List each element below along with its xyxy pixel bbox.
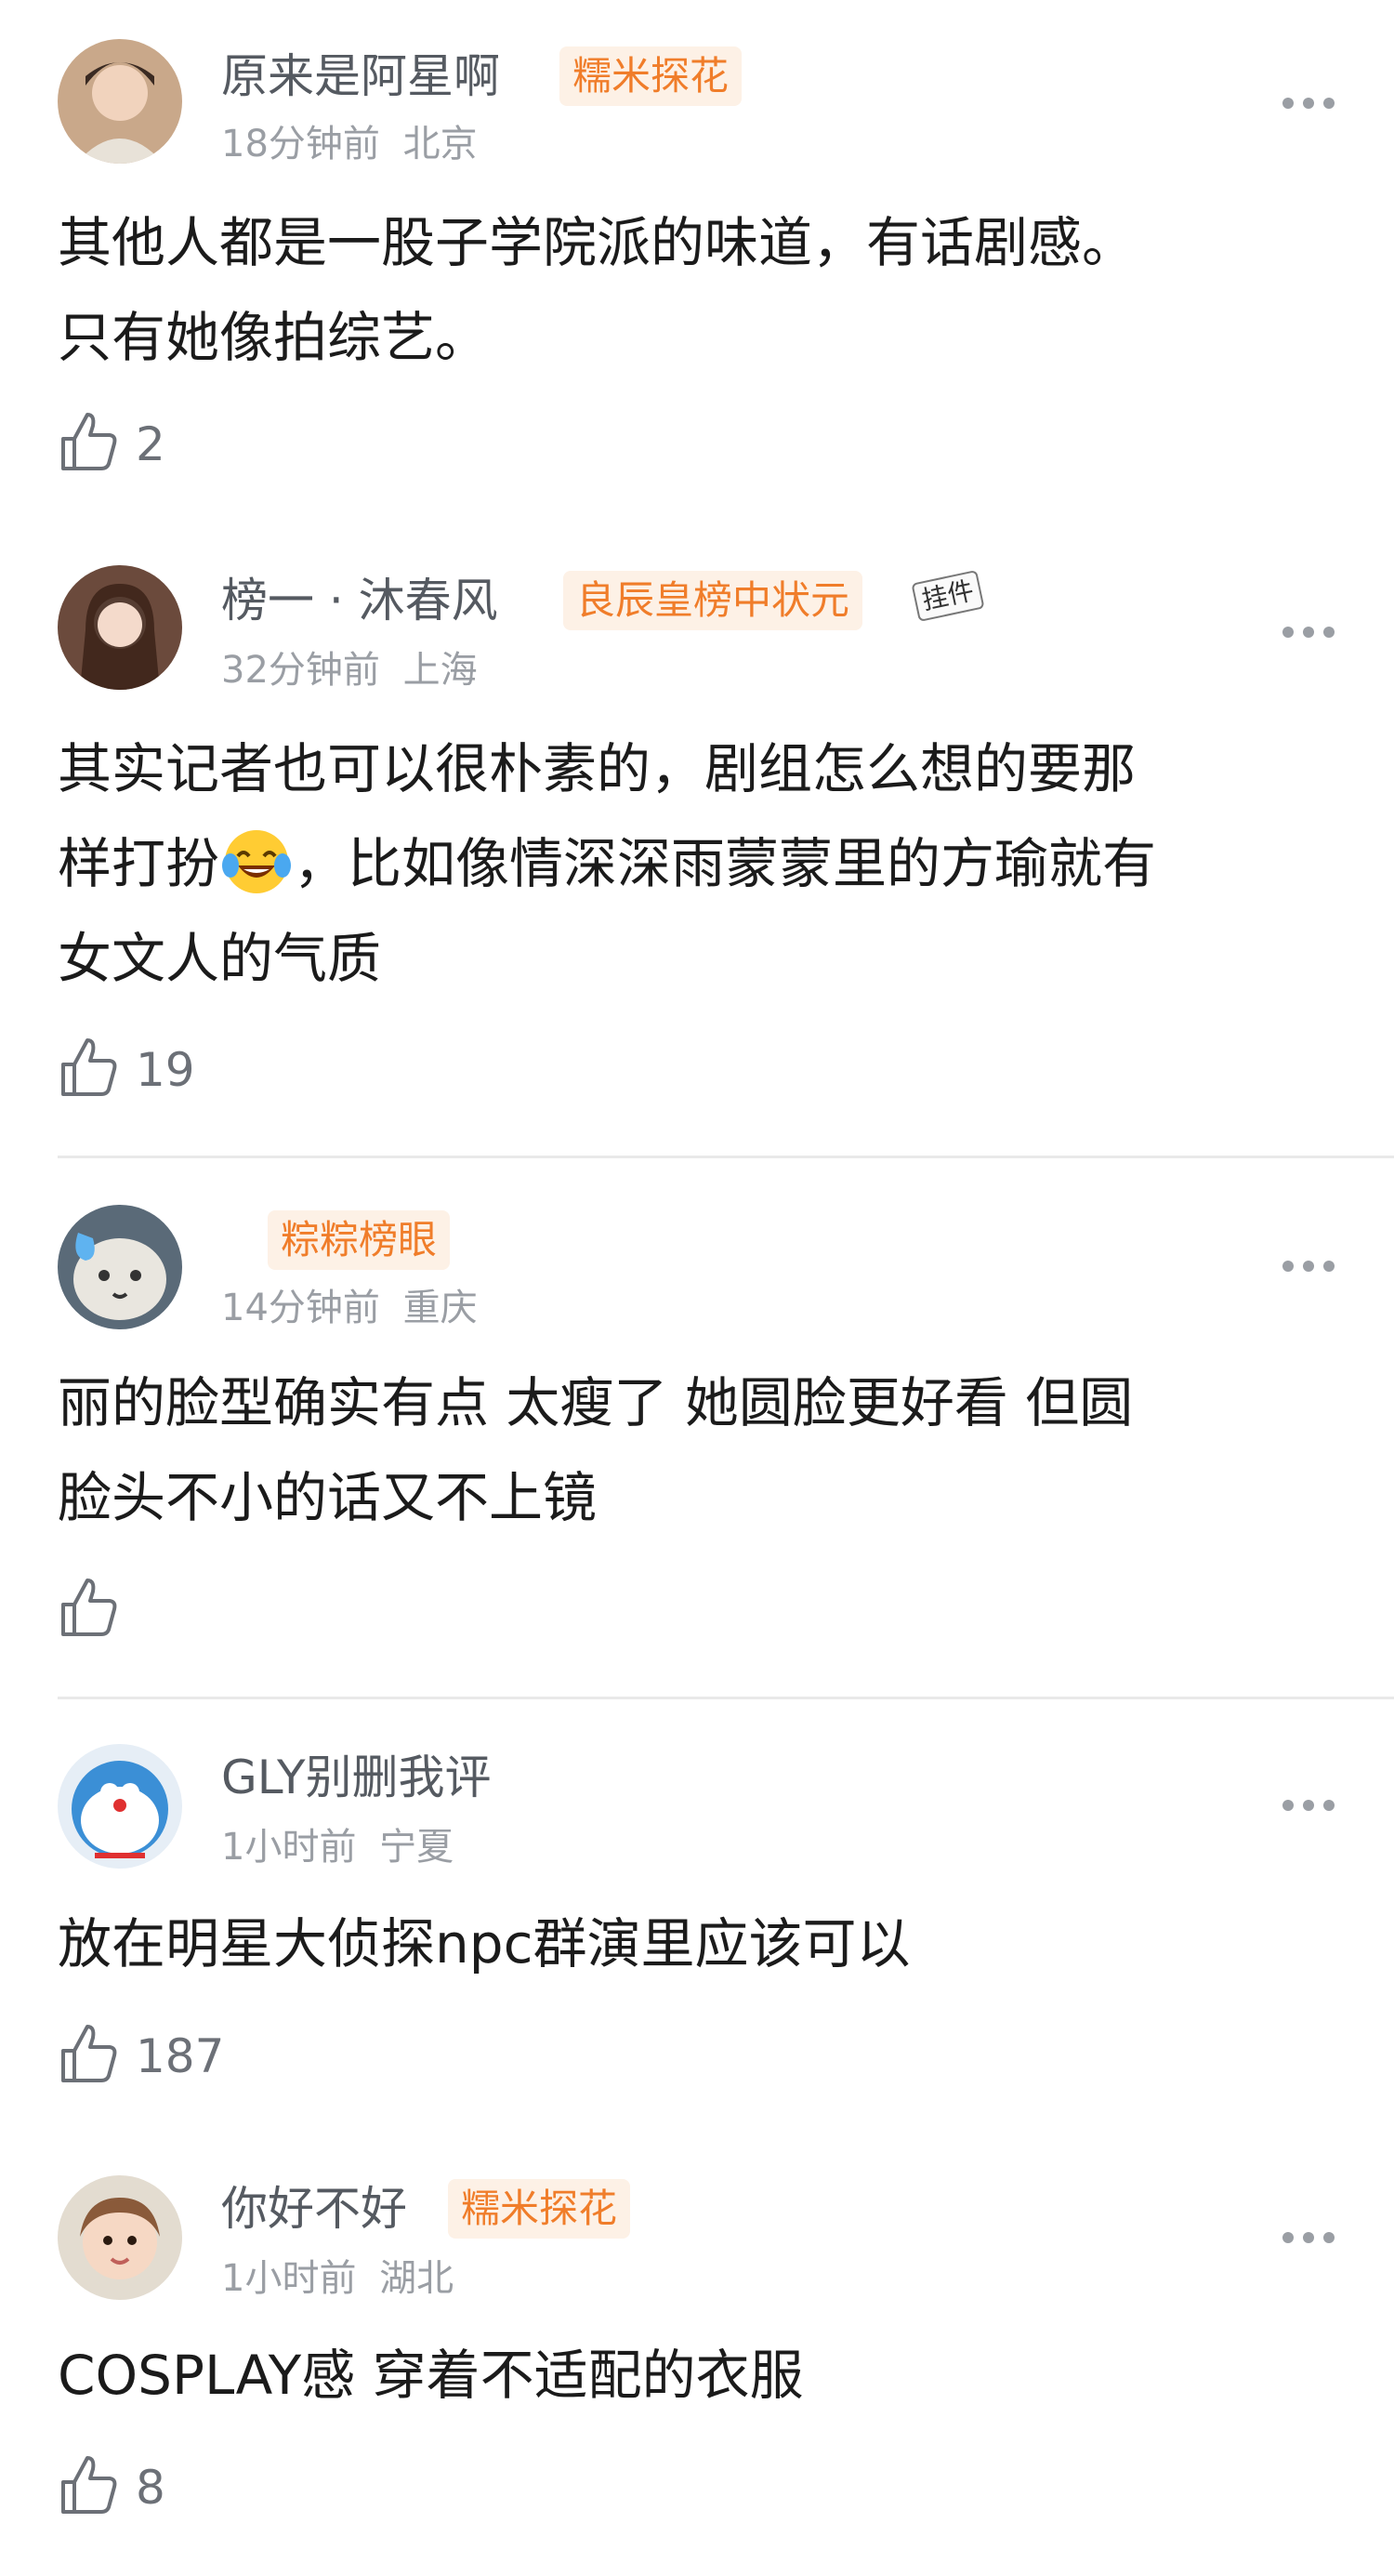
comment-time: 1小时前: [221, 2257, 357, 2300]
comment-text-line: 放在明星大侦探npc群演里应该可以: [58, 1912, 911, 1975]
comment-meta: 1小时前 宁夏: [221, 1824, 454, 1870]
comment-text-line: COSPLAY感 穿着不适配的衣服: [58, 2344, 804, 2407]
comment-meta: 18分钟前 北京: [221, 121, 478, 167]
comment-text-line: 其他人都是一股子学院派的味道，有话剧感。: [58, 211, 1137, 274]
comment-time: 14分钟前: [221, 1287, 380, 1329]
avatar[interactable]: [58, 39, 182, 164]
comment-text-segment: 样打扮: [58, 832, 220, 895]
comment-text: COSPLAY感 穿着不适配的衣服: [58, 2328, 1359, 2423]
more-dots-icon[interactable]: [1281, 2228, 1336, 2247]
comment-text: 其他人都是一股子学院派的味道，有话剧感。 只有她像拍综艺。: [58, 195, 1359, 385]
avatar[interactable]: [58, 565, 182, 690]
more-dots-icon[interactable]: [1281, 94, 1336, 112]
comment-text: 丽的脸型确实有点 太瘦了 她圆脸更好看 但圆 脸头不小的话又不上镜: [58, 1355, 1359, 1545]
username[interactable]: 你好不好: [221, 2181, 407, 2237]
comment-item: 粽粽榜眼 14分钟前 重庆 丽的脸型确实有点 太瘦了 她圆脸更好看 但圆 脸头不…: [0, 1158, 1394, 1698]
laughing-crying-emoji-icon: [222, 830, 292, 893]
comment-location: 宁夏: [379, 1826, 454, 1869]
comment-text-segment: ，比如像情深深雨蒙蒙里的方瑜就有: [294, 832, 1157, 895]
comment-text: 其实记者也可以很朴素的，剧组怎么想的要那 样打扮 ，比如像情深深雨蒙蒙里的方瑜就…: [58, 721, 1359, 1006]
comment-item: 原来是阿星啊 糯米探花 18分钟前 北京 其他人都是一股子学院派的味道，有话剧感…: [0, 0, 1394, 521]
pendant-tag[interactable]: 挂件: [911, 569, 985, 623]
comment-item: 榜一 · 沐春风 良辰皇榜中状元 挂件 32分钟前 上海 其实记者也可以很朴素的…: [0, 521, 1394, 1153]
username[interactable]: 榜一 · 沐春风: [221, 573, 498, 628]
comment-text-line: 只有她像拍综艺。: [58, 306, 490, 369]
thumbs-up-icon: [61, 1038, 117, 1096]
like-count: 2: [136, 417, 165, 471]
thumbs-up-icon: [61, 1579, 117, 1636]
comment-text-line: 丽的脸型确实有点 太瘦了 她圆脸更好看 但圆: [58, 1371, 1134, 1434]
username[interactable]: 原来是阿星啊: [221, 48, 500, 104]
comment-time: 18分钟前: [221, 123, 380, 165]
more-dots-icon[interactable]: [1281, 1257, 1336, 1275]
comment-location: 上海: [402, 649, 478, 692]
comment-item: 你好不好 糯米探花 1小时前 湖北 COSPLAY感 穿着不适配的衣服 8: [0, 2129, 1394, 2576]
comment-meta: 32分钟前 上海: [221, 647, 478, 694]
comment-meta: 14分钟前 重庆: [221, 1285, 478, 1331]
like-count: 19: [136, 1043, 195, 1097]
comment-text-line: 样打扮 ，比如像情深深雨蒙蒙里的方瑜就有: [58, 816, 1359, 911]
more-dots-icon[interactable]: [1281, 1796, 1336, 1815]
user-badge[interactable]: 糯米探花: [448, 2179, 631, 2239]
username[interactable]: GLY别删我评: [221, 1750, 492, 1805]
like-count: 8: [136, 2461, 165, 2515]
like-count: 187: [136, 2029, 225, 2083]
avatar[interactable]: [58, 1205, 182, 1329]
thumbs-up-icon: [61, 2456, 117, 2514]
comment-text: 放在明星大侦探npc群演里应该可以: [58, 1896, 1359, 1991]
thumbs-up-icon: [61, 413, 117, 470]
user-badge[interactable]: 糯米探花: [559, 46, 743, 106]
comment-location: 重庆: [402, 1287, 478, 1329]
comment-text-line: 其实记者也可以很朴素的，剧组怎么想的要那: [58, 737, 1137, 800]
comment-time: 32分钟前: [221, 649, 380, 692]
thumbs-up-icon: [61, 2025, 117, 2082]
user-badge[interactable]: 粽粽榜眼: [268, 1210, 451, 1270]
comment-item: GLY别删我评 1小时前 宁夏 放在明星大侦探npc群演里应该可以 187: [0, 1699, 1394, 2127]
avatar[interactable]: [58, 2175, 182, 2300]
comment-location: 北京: [402, 123, 478, 165]
more-dots-icon[interactable]: [1281, 623, 1336, 641]
comment-time: 1小时前: [221, 1826, 357, 1869]
avatar[interactable]: [58, 1744, 182, 1869]
comment-location: 湖北: [379, 2257, 454, 2300]
comment-text-line: 女文人的气质: [58, 927, 382, 990]
comment-text-line: 脸头不小的话又不上镜: [58, 1466, 598, 1529]
user-badge[interactable]: 良辰皇榜中状元: [563, 571, 863, 630]
comment-meta: 1小时前 湖北: [221, 2255, 454, 2302]
